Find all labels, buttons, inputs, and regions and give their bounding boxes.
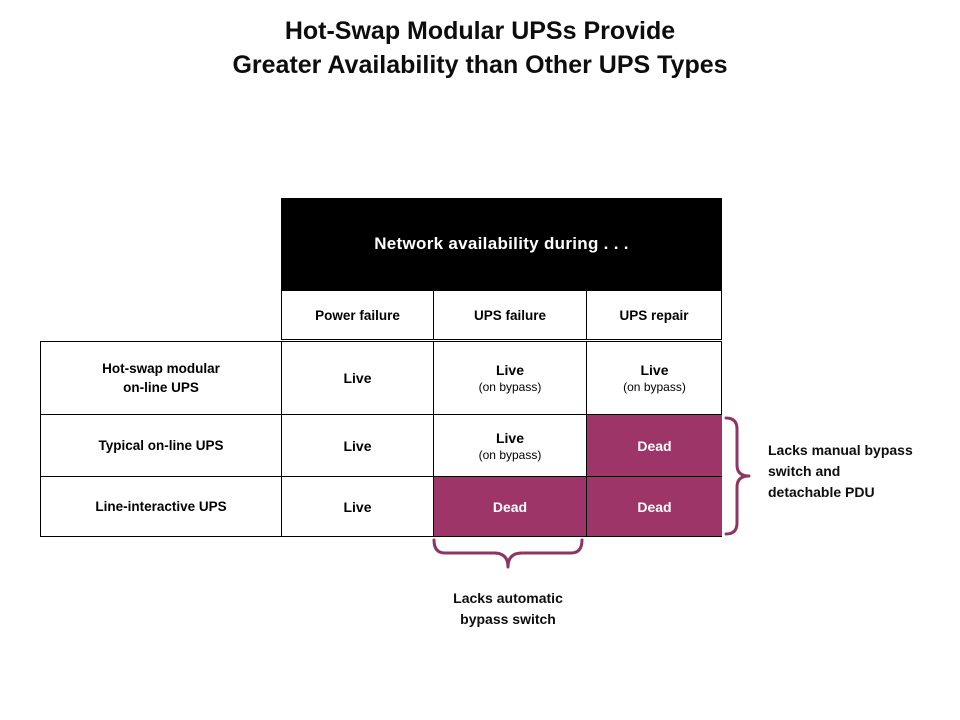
matrix-banner: Network availability during . . . <box>281 198 722 290</box>
page-title-line-1: Hot-Swap Modular UPSs Provide <box>284 17 676 45</box>
right-curly-brace-icon <box>724 416 751 536</box>
cell-primary-value: Live <box>495 429 524 446</box>
cell-r0-ups-repair: Live (on bypass) <box>586 342 722 414</box>
row-label-hot-swap-modular-on-line-ups: Hot-swap modular on-line UPS <box>41 342 281 414</box>
row-label-typical-on-line-ups: Typical on-line UPS <box>41 415 281 476</box>
annotation-line: detachable PDU <box>768 484 875 500</box>
availability-matrix: Network availability during . . . Power … <box>40 198 722 538</box>
column-header-power-failure: Power failure <box>281 291 433 339</box>
table-row: Hot-swap modular on-line UPS Live Live (… <box>40 341 722 415</box>
column-header-label: UPS failure <box>473 307 547 323</box>
cell-primary-value: Dead <box>637 498 672 515</box>
annotation-line: Lacks automatic <box>453 590 563 606</box>
table-row: Line-interactive UPS Live Dead Dead <box>40 477 722 537</box>
table-row: Typical on-line UPS Live Live (on bypass… <box>40 415 722 477</box>
column-header-ups-repair: UPS repair <box>586 291 722 339</box>
column-header-label: Power failure <box>315 307 400 323</box>
cell-r0-power-failure: Live <box>281 342 433 414</box>
annotation-line: bypass switch <box>460 611 556 627</box>
annotation-lacks-automatic-bypass: Lacks automatic bypass switch <box>398 588 618 630</box>
cell-r2-power-failure: Live <box>281 477 433 536</box>
matrix-column-header-row: Power failure UPS failure UPS repair <box>281 290 722 340</box>
cell-r2-ups-failure: Dead <box>433 477 586 536</box>
cell-secondary-value: (on bypass) <box>478 447 542 462</box>
cell-primary-value: Dead <box>492 498 528 515</box>
cell-primary-value: Live <box>343 498 372 515</box>
annotation-lacks-manual-bypass: Lacks manual bypass switch and detachabl… <box>768 440 954 503</box>
cell-primary-value: Live <box>495 362 524 378</box>
row-label-line: Typical on-line UPS <box>98 438 224 453</box>
column-header-ups-failure: UPS failure <box>433 291 586 339</box>
cell-r0-ups-failure: Live (on bypass) <box>433 342 586 414</box>
annotation-line: Lacks manual bypass <box>768 442 913 458</box>
annotation-line: switch and <box>768 463 841 479</box>
cell-primary-value: Live <box>343 370 372 386</box>
row-label-line: on-line UPS <box>123 380 199 395</box>
cell-r1-ups-failure: Live (on bypass) <box>433 415 586 476</box>
cell-r1-power-failure: Live <box>281 415 433 476</box>
column-header-label: UPS repair <box>619 307 689 323</box>
bottom-curly-brace-icon <box>432 538 584 569</box>
cell-secondary-value: (on bypass) <box>478 380 542 394</box>
cell-r1-ups-repair: Dead <box>586 415 722 476</box>
row-label-line: Line-interactive UPS <box>95 499 227 514</box>
row-label-line-interactive-ups: Line-interactive UPS <box>41 477 281 536</box>
cell-primary-value: Live <box>640 362 669 378</box>
page-title: Hot-Swap Modular UPSs Provide Greater Av… <box>0 14 960 82</box>
matrix-banner-label: Network availability during . . . <box>374 234 629 253</box>
cell-primary-value: Live <box>343 437 372 454</box>
cell-primary-value: Dead <box>637 437 672 454</box>
row-label-line: Hot-swap modular <box>102 361 220 376</box>
cell-secondary-value: (on bypass) <box>623 380 686 394</box>
matrix-body: Hot-swap modular on-line UPS Live Live (… <box>40 341 722 537</box>
cell-r2-ups-repair: Dead <box>586 477 722 536</box>
page-title-line-2: Greater Availability than Other UPS Type… <box>232 51 728 79</box>
